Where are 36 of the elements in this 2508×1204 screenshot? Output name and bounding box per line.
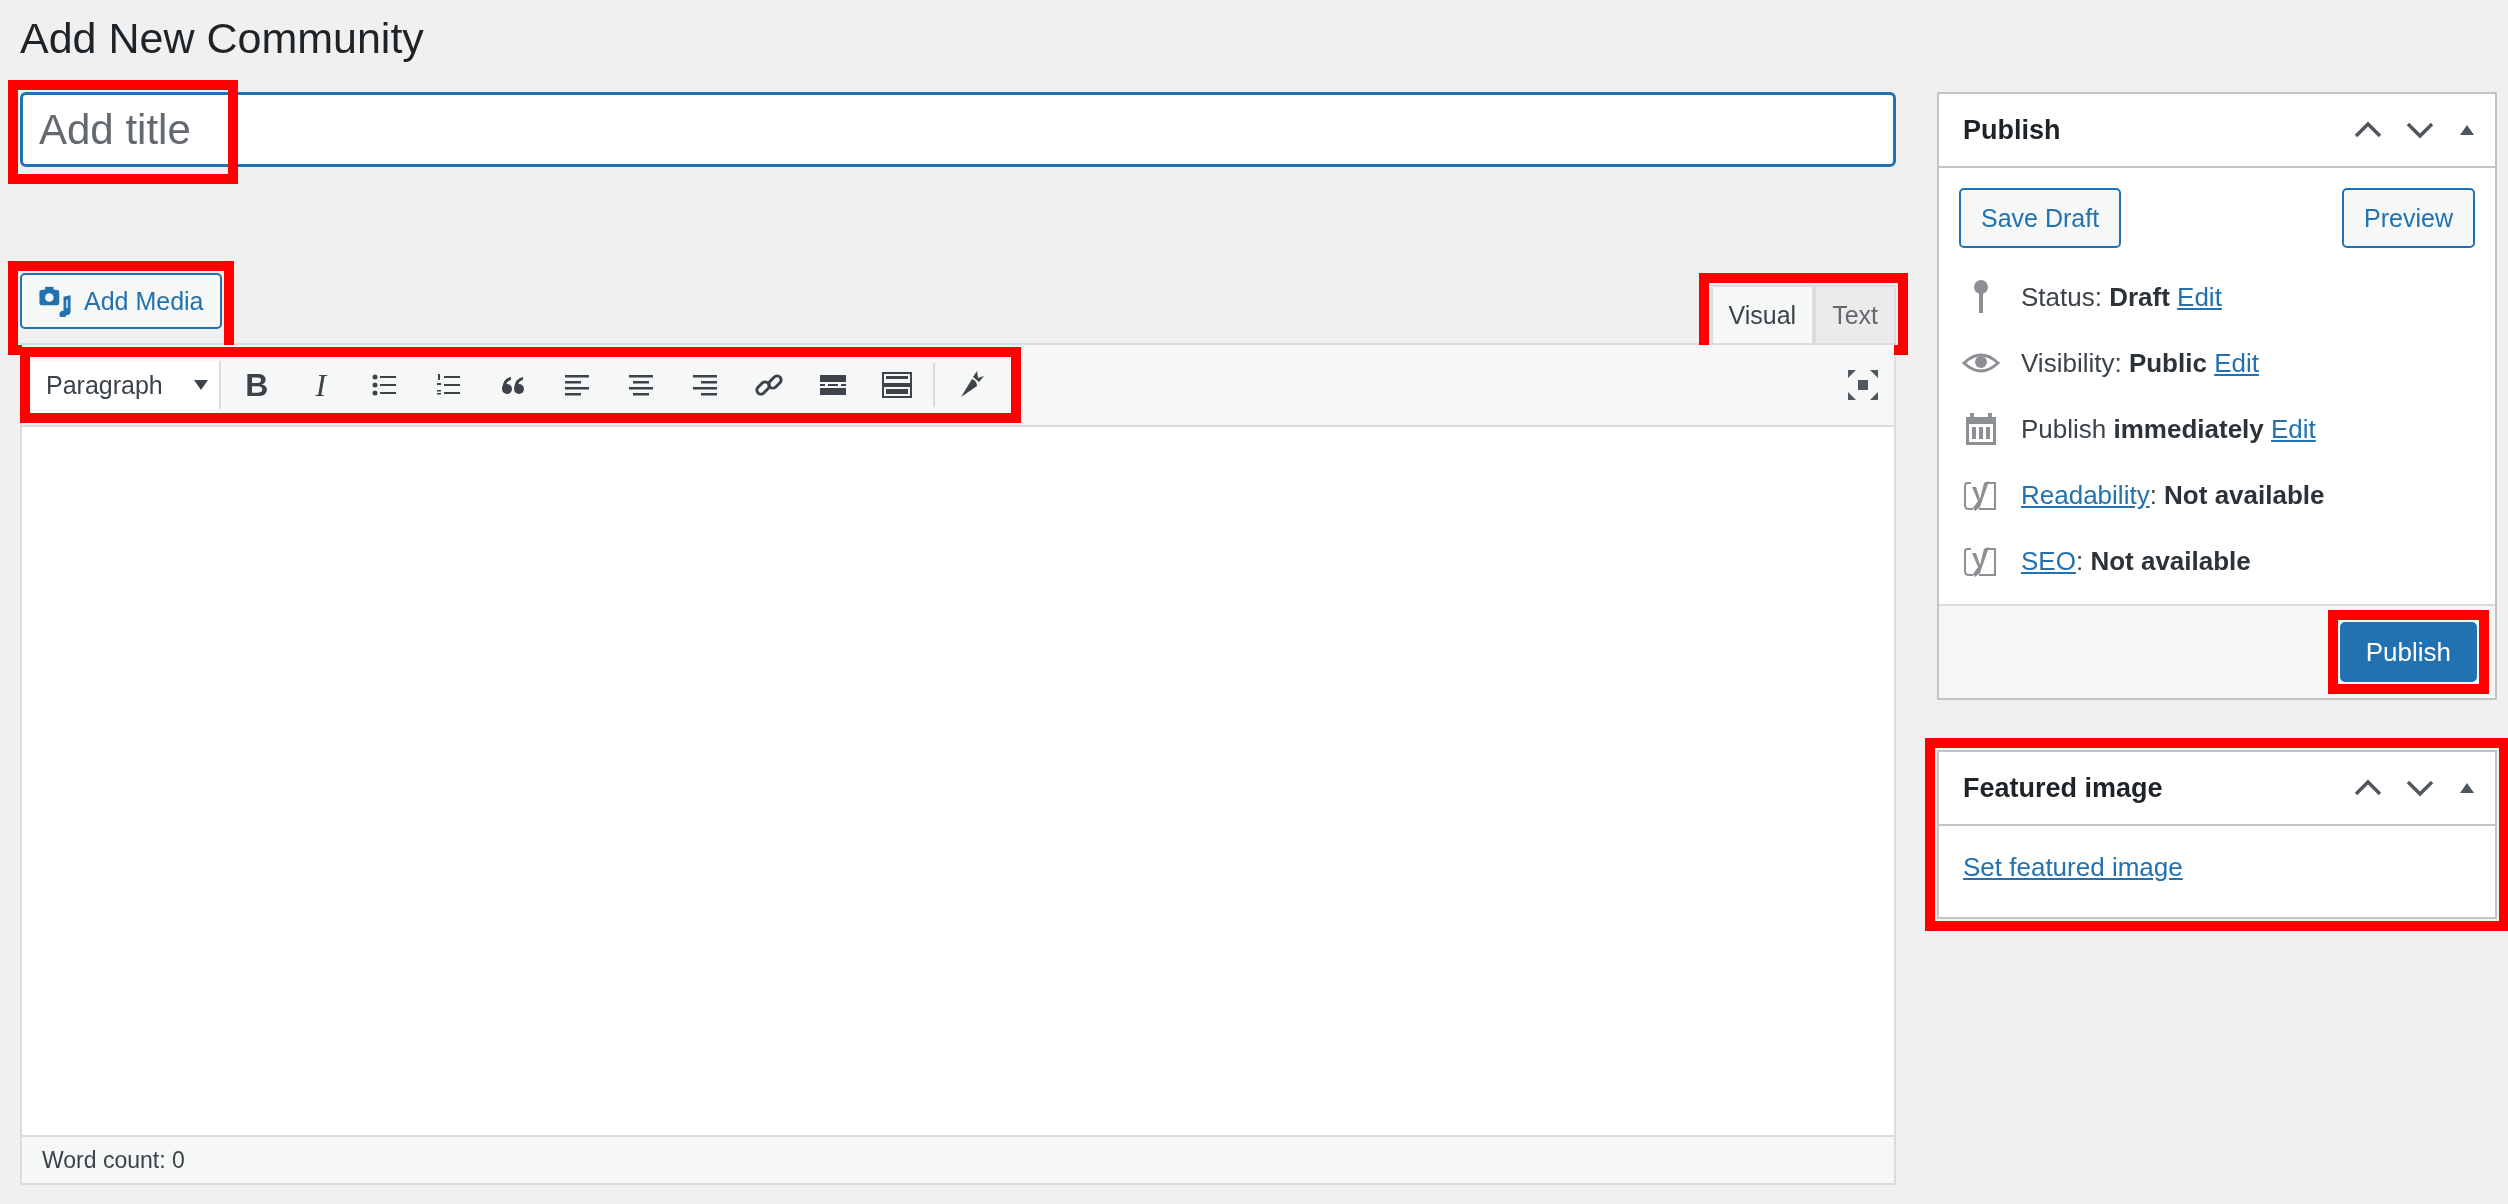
score-link[interactable]: SEO	[2021, 545, 2076, 576]
set-featured-image-link[interactable]: Set featured image	[1963, 852, 2183, 882]
score-text: SEO: Not available	[2021, 545, 2251, 577]
pin-icon	[1971, 279, 1991, 315]
status-text: Publish immediately Edit	[2021, 413, 2316, 445]
chevron-up-icon[interactable]	[2353, 778, 2383, 798]
chevron-down-icon[interactable]	[2405, 120, 2435, 140]
status-text: Status: Draft Edit	[2021, 281, 2222, 313]
chevron-up-icon[interactable]	[2353, 120, 2383, 140]
status-text: Visibility: Public Edit	[2021, 347, 2259, 379]
editor-tab[interactable]: Text	[1814, 285, 1896, 343]
bold-button[interactable]: B	[228, 361, 285, 409]
edit-link[interactable]: Edit	[2214, 347, 2259, 378]
publish-button[interactable]: Publish	[2339, 622, 2477, 682]
editor-tab[interactable]: Visual	[1710, 285, 1815, 343]
dropdown-caret-icon	[192, 379, 209, 391]
chevron-down-icon[interactable]	[2405, 778, 2435, 798]
page-heading: Add New Community	[20, 13, 425, 64]
calendar-icon	[1964, 412, 1998, 446]
italic-button[interactable]: I	[292, 361, 349, 409]
format-dropdown[interactable]: Paragraph	[32, 361, 221, 409]
score-text: Readability: Not available	[2021, 479, 2325, 511]
fullscreen-icon[interactable]	[1846, 368, 1880, 402]
add-media-button[interactable]: Add Media	[20, 273, 222, 329]
toolbar-toggle-icon	[880, 369, 913, 401]
edit-link[interactable]: Edit	[2177, 281, 2222, 312]
save-draft-button[interactable]: Save Draft	[1959, 188, 2122, 248]
panel-title: Featured image	[1963, 772, 2163, 804]
preview-button[interactable]: Preview	[2342, 188, 2475, 248]
title-field[interactable]: Add title	[20, 92, 1896, 167]
panel-title: Publish	[1963, 114, 2061, 146]
score-link[interactable]: Readability	[2021, 479, 2150, 510]
media-icon	[38, 285, 72, 317]
word-count: Word count: 0	[42, 1146, 185, 1174]
eye-icon	[1962, 351, 2000, 375]
edit-link[interactable]: Edit	[2271, 413, 2316, 444]
